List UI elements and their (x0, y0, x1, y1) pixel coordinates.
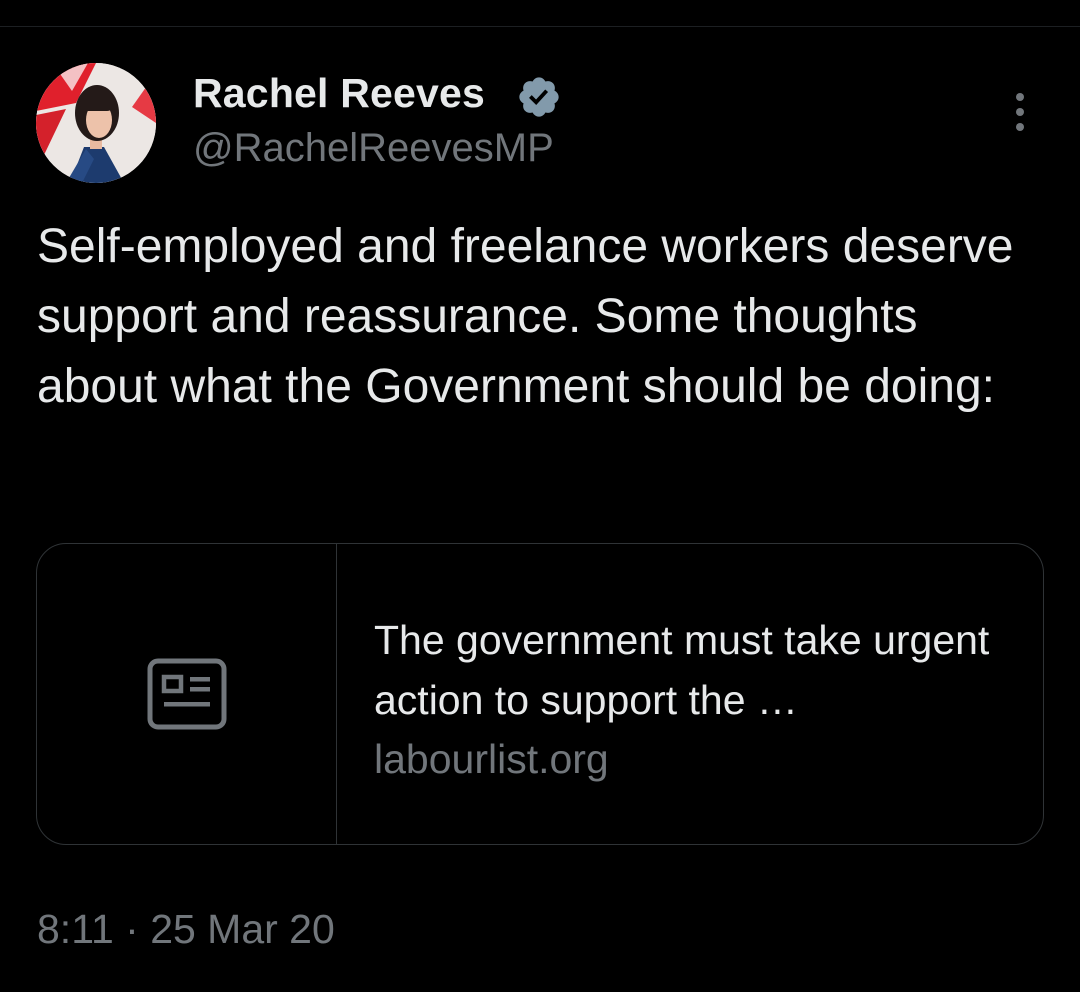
top-divider (0, 26, 1080, 27)
more-dot (1016, 93, 1024, 101)
link-card-domain: labourlist.org (374, 736, 609, 782)
more-dot (1016, 108, 1024, 116)
tweet-text: Self-employed and freelance workers dese… (37, 220, 1014, 413)
verified-badge-icon (519, 77, 559, 117)
link-card-body: The government must take urgent action t… (374, 610, 1014, 788)
more-options-icon[interactable] (1002, 88, 1038, 136)
tweet-detail: Rachel Reeves @RachelReevesMP Self-emplo… (0, 0, 1080, 992)
author-handle[interactable]: @RachelReevesMP (193, 126, 554, 171)
avatar[interactable] (36, 63, 156, 183)
author-display-name[interactable]: Rachel Reeves (193, 70, 485, 117)
link-card-thumbnail (37, 544, 337, 844)
link-preview-card[interactable]: The government must take urgent action t… (36, 543, 1044, 845)
more-dot (1016, 123, 1024, 131)
tweet-timestamp[interactable]: 8:11 · 25 Mar 20 (37, 906, 335, 953)
link-card-title: The government must take urgent action t… (374, 617, 990, 723)
avatar-image (36, 63, 156, 183)
news-article-icon (147, 658, 226, 730)
